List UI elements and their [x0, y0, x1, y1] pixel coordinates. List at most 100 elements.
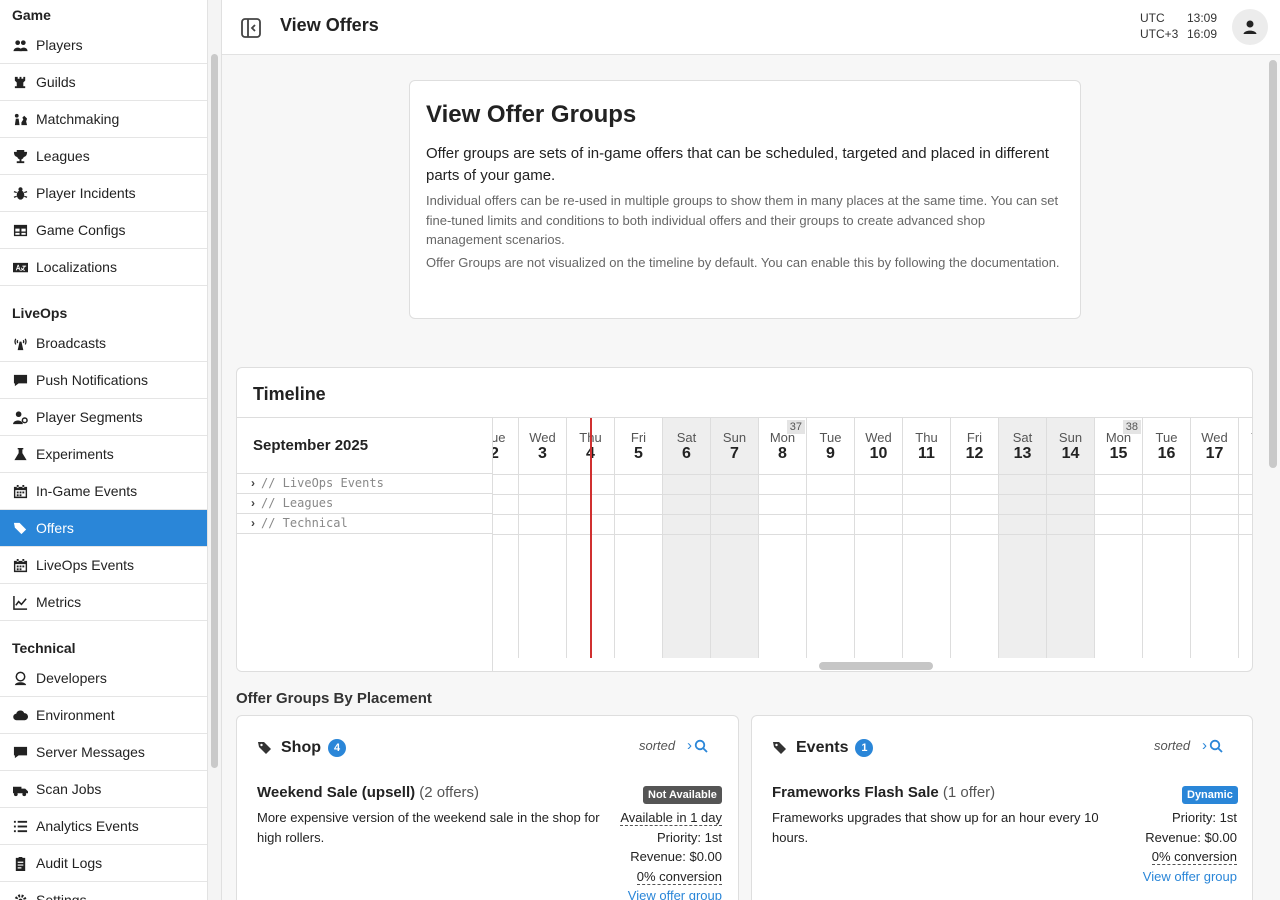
- timeline-day-column: Tue 16: [1143, 418, 1191, 658]
- chart-line-icon: [12, 594, 28, 610]
- sidebar-item-player-incidents[interactable]: Player Incidents: [0, 175, 207, 212]
- timeline-row-divider: [493, 534, 1252, 535]
- offer-group-title[interactable]: Weekend Sale (upsell) (2 offers): [257, 784, 479, 801]
- sidebar-item-experiments[interactable]: Experiments: [0, 436, 207, 473]
- language-icon: [12, 259, 28, 275]
- sidebar-item-offers[interactable]: Offers: [0, 510, 207, 547]
- cog-icon: [12, 892, 28, 900]
- main-scrollbar-thumb[interactable]: [1269, 60, 1277, 468]
- status-badge: Not Available: [643, 786, 722, 804]
- timeline-day-column: Sat 13: [999, 418, 1047, 658]
- sidebar-item-settings[interactable]: Settings: [0, 882, 207, 900]
- sidebar-item-label: Push Notifications: [36, 372, 149, 388]
- tz2-time: 16:09: [1187, 27, 1218, 41]
- sidebar-item-label: Localizations: [36, 259, 117, 275]
- timeline-row-divider: [493, 474, 1252, 475]
- sidebar-item-broadcasts[interactable]: Broadcasts: [0, 325, 207, 362]
- sidebar-item-label: LiveOps Events: [36, 557, 135, 573]
- offer-group-count: (2 offers): [419, 784, 480, 801]
- chevron-right-icon[interactable]: ›: [687, 737, 692, 754]
- sidebar-item-liveops-events[interactable]: LiveOps Events: [0, 547, 207, 584]
- placement-name: Events: [796, 739, 849, 756]
- tz1-label: UTC: [1140, 11, 1165, 25]
- user-astronaut-icon: [12, 670, 28, 686]
- timeline-horizontal-scrollbar[interactable]: [819, 662, 933, 670]
- user-cog-icon: [12, 409, 28, 425]
- sidebar-item-label: Environment: [36, 707, 115, 723]
- view-offer-group-link[interactable]: View offer group: [1052, 867, 1237, 887]
- timeline-row-label: // LiveOps Events: [261, 476, 384, 490]
- sidebar-item-environment[interactable]: Environment: [0, 697, 207, 734]
- sort-search-button[interactable]: ›: [687, 737, 708, 754]
- sidebar-item-developers[interactable]: Developers: [0, 660, 207, 697]
- view-offer-group-link[interactable]: View offer group: [537, 886, 722, 900]
- sidebar-item-players[interactable]: Players: [0, 27, 207, 64]
- chess-rook-icon: [12, 74, 28, 90]
- availability-text: Available in 1 day: [620, 810, 722, 826]
- sidebar-item-guilds[interactable]: Guilds: [0, 64, 207, 101]
- tags-icon: [773, 742, 786, 754]
- link-text: View offer group: [627, 888, 722, 900]
- timeline-day-column: Sun 14: [1047, 418, 1095, 658]
- day-number: 15: [1109, 445, 1128, 462]
- chevron-right-icon[interactable]: ›: [251, 496, 255, 510]
- user-avatar-button[interactable]: [1232, 9, 1268, 45]
- timeline-row-divider: [493, 514, 1252, 515]
- sidebar-item-label: Analytics Events: [36, 818, 139, 834]
- sidebar-item-in-game-events[interactable]: In-Game Events: [0, 473, 207, 510]
- table-icon: [12, 222, 28, 238]
- sidebar-toggle-icon[interactable]: [240, 17, 262, 39]
- sidebar-item-label: Developers: [36, 670, 107, 686]
- sidebar-item-localizations[interactable]: Localizations: [0, 249, 207, 286]
- day-name: Sun: [722, 430, 747, 445]
- day-number: 2: [493, 445, 518, 463]
- sidebar-item-server-messages[interactable]: Server Messages: [0, 734, 207, 771]
- day-number: 8: [778, 445, 787, 462]
- sidebar-item-analytics-events[interactable]: Analytics Events: [0, 808, 207, 845]
- placements-section-title: Offer Groups By Placement: [236, 690, 432, 707]
- sidebar-item-label: Server Messages: [36, 744, 145, 760]
- conversion-text: 0% conversion: [1151, 849, 1237, 865]
- timeline-row[interactable]: › // Leagues: [237, 494, 492, 514]
- chevron-right-icon[interactable]: ›: [251, 516, 255, 530]
- day-number: 7: [730, 445, 739, 462]
- search-icon[interactable]: [1209, 739, 1223, 753]
- day-number: 3: [538, 445, 547, 462]
- timeline-day-column: Tue2: [493, 418, 519, 658]
- revenue: Revenue: $0.00: [1145, 829, 1237, 845]
- offer-group-title[interactable]: Frameworks Flash Sale (1 offer): [772, 784, 995, 801]
- timeline-day-column: Wed 10: [855, 418, 903, 658]
- sidebar-item-leagues[interactable]: Leagues: [0, 138, 207, 175]
- sidebar-item-label: Metrics: [36, 594, 82, 610]
- day-number: 12: [965, 445, 984, 462]
- sidebar-section-technical: Technical: [12, 640, 76, 656]
- search-icon[interactable]: [694, 739, 708, 753]
- calendar-icon: [12, 557, 28, 573]
- sidebar-item-audit-logs[interactable]: Audit Logs: [0, 845, 207, 882]
- sidebar-item-scan-jobs[interactable]: Scan Jobs: [0, 771, 207, 808]
- day-name: Fri: [966, 430, 983, 445]
- sidebar-item-label: Broadcasts: [36, 335, 107, 351]
- link-text: View offer group: [1142, 868, 1237, 884]
- sidebar-scrollbar-thumb[interactable]: [211, 54, 218, 768]
- day-name: Tue: [1155, 430, 1178, 445]
- chess-icon: [12, 111, 28, 127]
- sidebar-item-player-segments[interactable]: Player Segments: [0, 399, 207, 436]
- timeline-grid[interactable]: Tue2Wed3Thu4Fri5Sat6Sun7Mon837Tue9Wed10T…: [493, 417, 1252, 658]
- sidebar-item-push-notifications[interactable]: Push Notifications: [0, 362, 207, 399]
- timeline-row[interactable]: › // Technical: [237, 514, 492, 534]
- tz2-label: UTC+3: [1140, 27, 1179, 41]
- sort-search-button[interactable]: ›: [1202, 737, 1223, 754]
- main-scrollbar[interactable]: [1266, 56, 1280, 900]
- timeline-row[interactable]: › // LiveOps Events: [237, 474, 492, 494]
- sidebar-item-game-configs[interactable]: Game Configs: [0, 212, 207, 249]
- flask-icon: [12, 446, 28, 462]
- chevron-right-icon[interactable]: ›: [251, 476, 255, 490]
- timeline-day-column: Wed 3: [519, 418, 567, 658]
- chevron-right-icon[interactable]: ›: [1202, 737, 1207, 754]
- conversion-text: 0% conversion: [636, 868, 722, 885]
- day-name: Thu: [1239, 431, 1252, 445]
- sidebar-item-matchmaking[interactable]: Matchmaking: [0, 101, 207, 138]
- sidebar-item-metrics[interactable]: Metrics: [0, 584, 207, 621]
- day-name: Sun: [1058, 430, 1083, 445]
